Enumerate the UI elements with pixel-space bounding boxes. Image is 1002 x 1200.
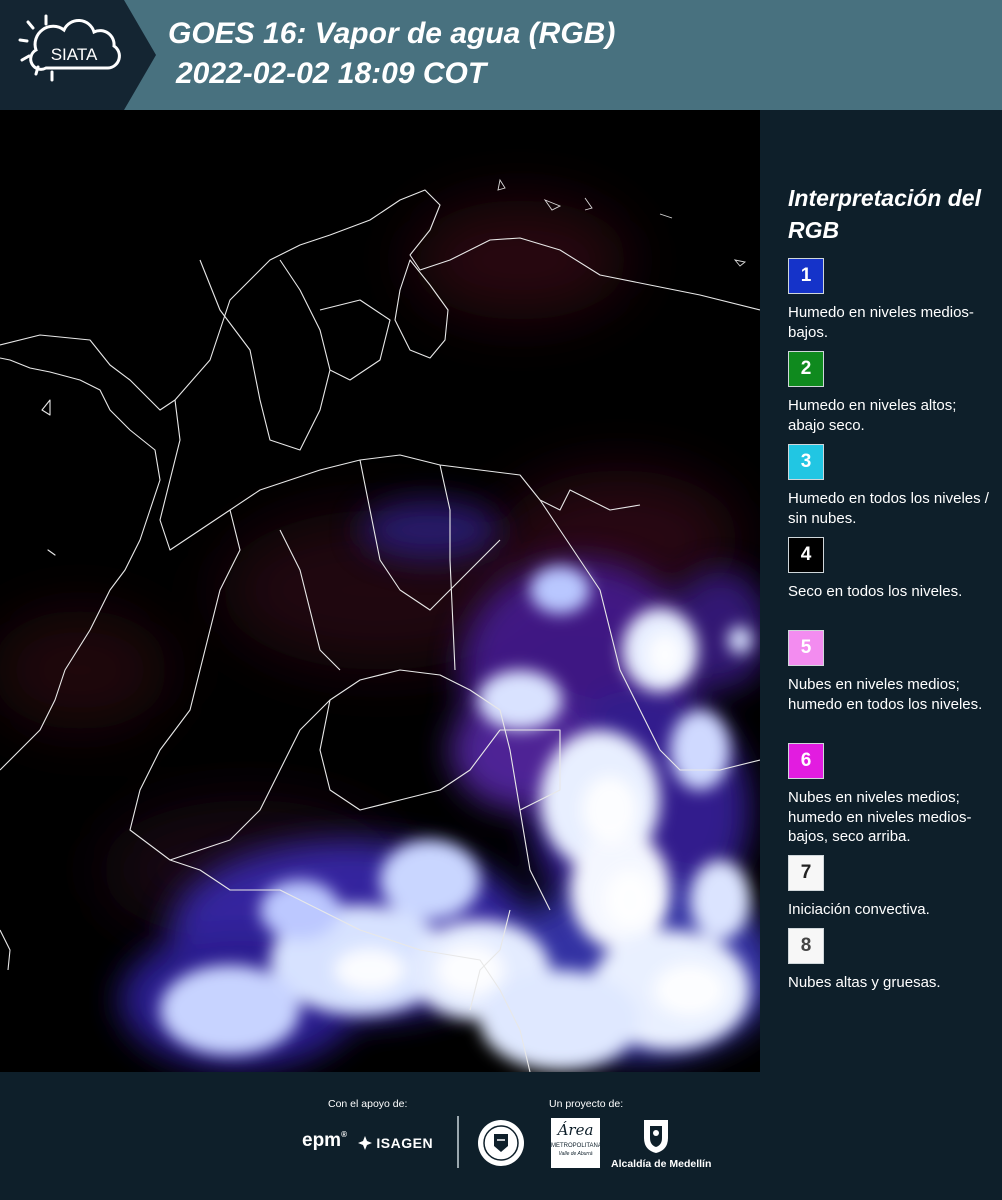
legend-item-5: 5 Nubes en niveles medios; humedo en tod… — [788, 630, 993, 714]
isagen-logo: ISAGEN — [358, 1134, 433, 1151]
title-product: GOES 16: Vapor de agua (RGB) — [168, 17, 616, 50]
legend-desc-6: Nubes en niveles medios; humedo en nivel… — [788, 789, 972, 845]
legend-desc-7: Iniciación convectiva. — [788, 901, 930, 918]
legend-title: Interpretación del RGB — [788, 185, 981, 243]
satellite-image — [0, 110, 760, 1072]
legend-item-6: 6 Nubes en niveles medios; humedo en niv… — [788, 743, 993, 847]
title-datetime: 2022-02-02 18:09 COT — [176, 57, 487, 90]
header: SIATA GOES 16: Vapor de agua (RGB) 2022-… — [0, 0, 1002, 110]
area-metropolitana-logo: Área METROPOLITANA Valle de Aburrá — [551, 1118, 602, 1168]
legend-swatch-6: 6 — [788, 743, 824, 779]
page-title: GOES 16: Vapor de agua (RGB) 2022-02-02 … — [168, 14, 615, 94]
legend-swatch-5: 5 — [788, 630, 824, 666]
legend-panel: Interpretación del RGB 1 Humedo en nivel… — [760, 110, 1002, 1072]
project-label: Un proyecto de: — [549, 1098, 624, 1110]
legend-item-1: 1 Humedo en niveles medios-bajos. — [788, 258, 993, 342]
epm-logo: epm® — [302, 1130, 347, 1151]
legend-desc-1: Humedo en niveles medios-bajos. — [788, 304, 974, 341]
legend-item-3: 3 Humedo en todos los niveles / sin nube… — [788, 444, 993, 528]
siata-logo: SIATA — [0, 0, 156, 110]
legend-desc-3: Humedo en todos los niveles / sin nubes. — [788, 490, 989, 527]
legend-desc-5: Nubes en niveles medios; humedo en todos… — [788, 676, 983, 713]
isagen-mark-icon — [358, 1136, 372, 1150]
legend-item-8: 8 Nubes altas y gruesas. — [788, 928, 993, 993]
legend-swatch-4: 4 — [788, 537, 824, 573]
antioquia-seal-icon — [476, 1118, 526, 1173]
support-label: Con el apoyo de: — [328, 1098, 408, 1110]
legend-swatch-8: 8 — [788, 928, 824, 964]
legend-desc-4: Seco en todos los niveles. — [788, 583, 963, 600]
footer-divider — [457, 1116, 459, 1168]
svg-text:SIATA: SIATA — [51, 45, 98, 64]
footer: Con el apoyo de: Un proyecto de: epm® IS… — [0, 1072, 1002, 1200]
alcaldia-label: Alcaldía de Medellín — [611, 1158, 712, 1170]
legend-item-4: 4 Seco en todos los niveles. — [788, 537, 993, 602]
legend-desc-2: Humedo en niveles altos; abajo seco. — [788, 397, 957, 434]
legend-item-2: 2 Humedo en niveles altos; abajo seco. — [788, 351, 993, 435]
alcaldia-shield-icon — [640, 1118, 672, 1159]
legend-swatch-1: 1 — [788, 258, 824, 294]
legend-swatch-3: 3 — [788, 444, 824, 480]
legend-item-7: 7 Iniciación convectiva. — [788, 855, 993, 920]
legend-swatch-2: 2 — [788, 351, 824, 387]
legend-desc-8: Nubes altas y gruesas. — [788, 974, 941, 991]
legend-swatch-7: 7 — [788, 855, 824, 891]
